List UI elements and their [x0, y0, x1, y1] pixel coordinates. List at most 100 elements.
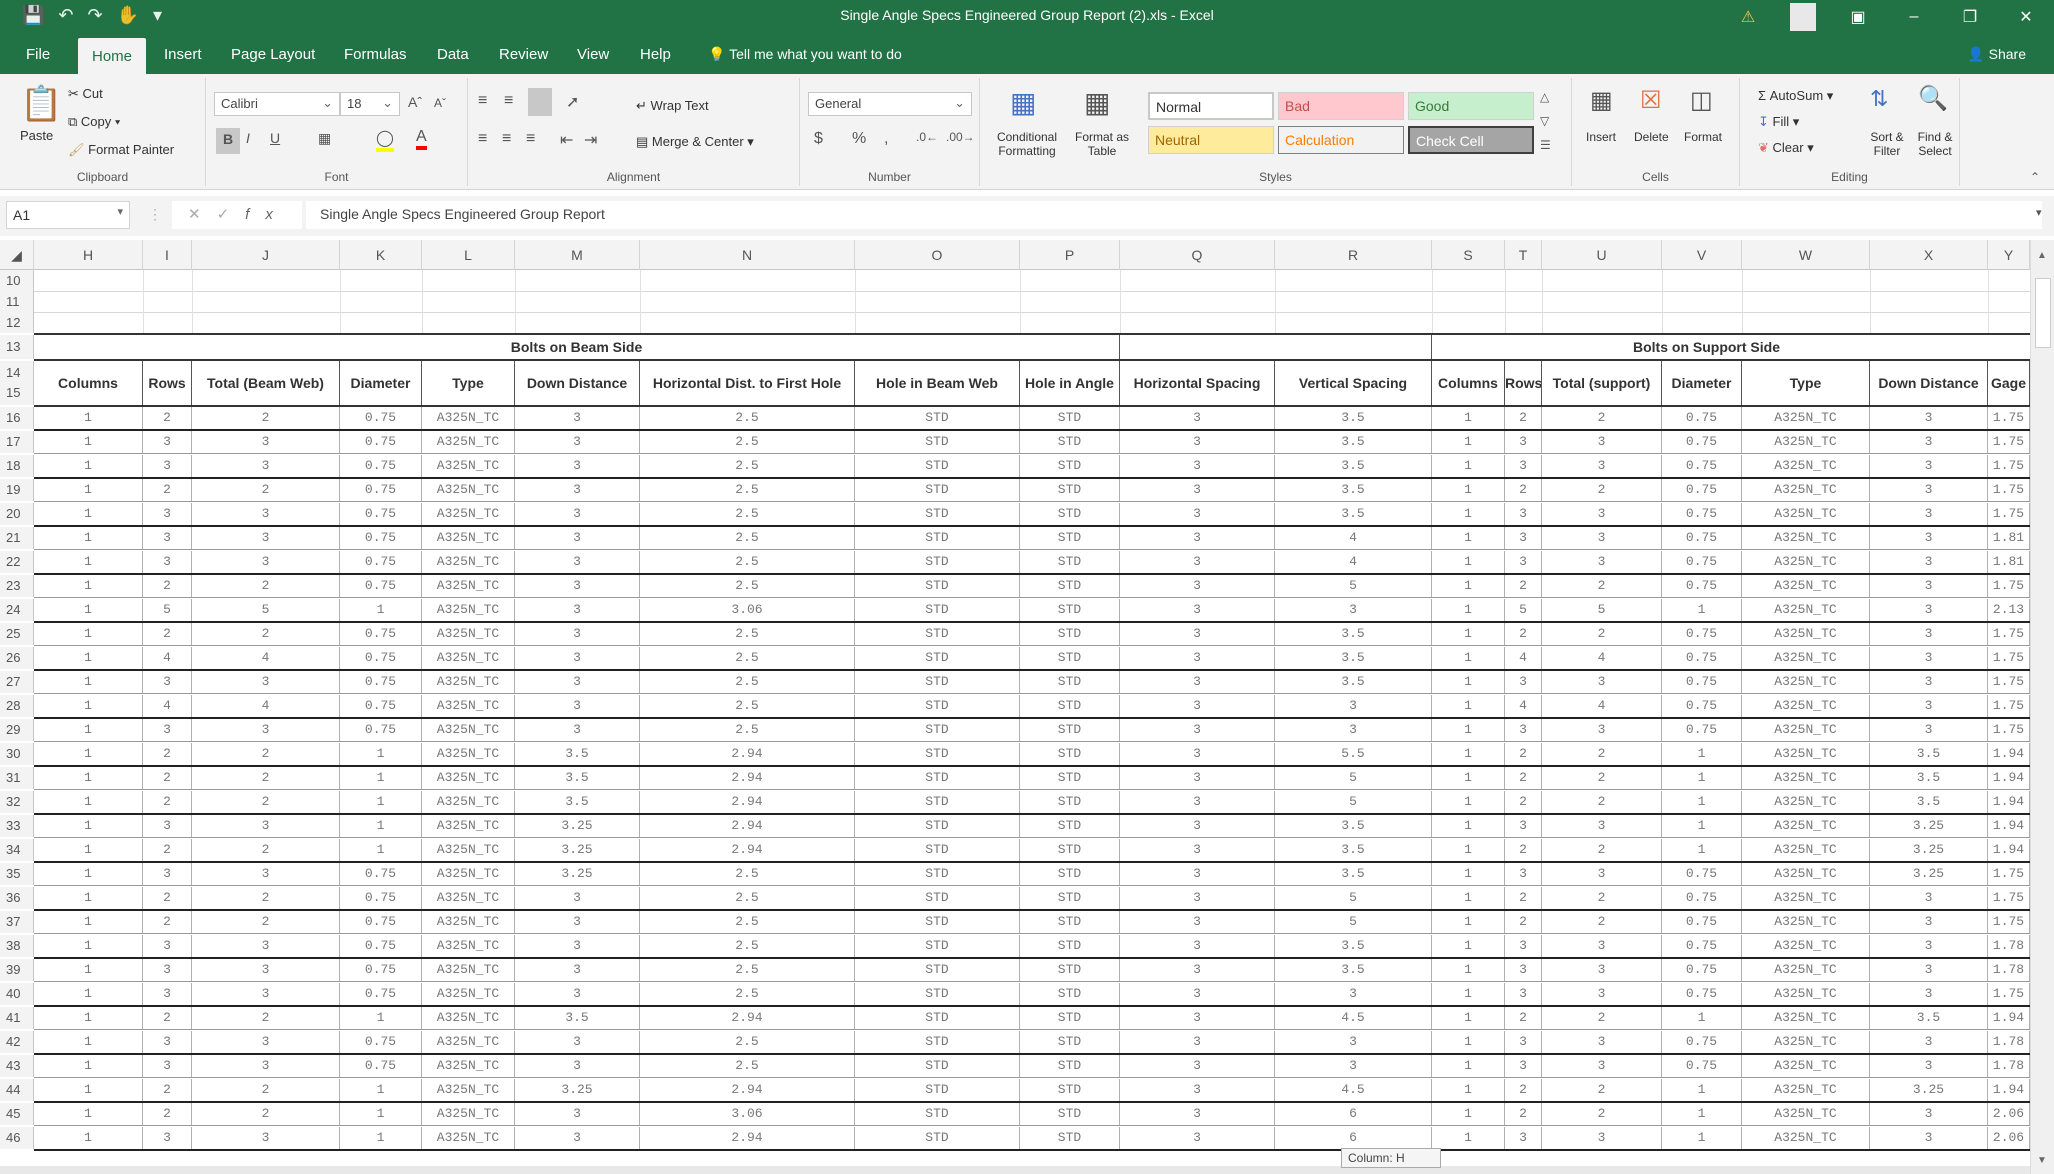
style-good[interactable]: Good [1408, 92, 1534, 120]
cell-n[interactable]: 2.94 [640, 815, 855, 837]
column-header-z[interactable] [1988, 240, 2030, 270]
cell-s[interactable]: 1 [1432, 623, 1505, 645]
cell-i[interactable]: 2 [143, 767, 192, 789]
cell-l[interactable]: A325N_TC [422, 863, 515, 885]
merge-center-button[interactable]: ▤ Merge & Center ▾ [636, 134, 754, 150]
row-header[interactable]: 46 [0, 1127, 34, 1149]
cell-u[interactable]: 3 [1542, 671, 1662, 693]
cell-w[interactable]: A325N_TC [1742, 671, 1870, 693]
cell-h[interactable]: 1 [34, 935, 143, 957]
cell-p[interactable]: STD [1020, 479, 1120, 501]
cell-z[interactable] [1988, 815, 2030, 837]
warning-icon[interactable]: ⚠ [1720, 7, 1776, 27]
autosum-button[interactable]: Σ AutoSum ▾ [1758, 88, 1833, 104]
cell-k[interactable]: 1 [340, 839, 422, 861]
cell-z[interactable] [1988, 479, 2030, 501]
cell-s[interactable]: 1 [1432, 671, 1505, 693]
cell-m[interactable]: 3 [515, 887, 640, 909]
cut-button[interactable]: ✂ Cut [68, 86, 103, 102]
cell-w[interactable]: A325N_TC [1742, 455, 1870, 477]
cell-u[interactable]: 2 [1542, 887, 1662, 909]
cell-p[interactable]: STD [1020, 1055, 1120, 1077]
cell-q[interactable]: 3 [1120, 911, 1275, 933]
cell-q[interactable]: 3 [1120, 743, 1275, 765]
row-header[interactable]: 41 [0, 1007, 34, 1029]
cell-j[interactable]: 2 [192, 743, 340, 765]
column-header-l[interactable]: L [422, 240, 515, 270]
cell-q[interactable]: 3 [1120, 527, 1275, 549]
cell-z[interactable] [1988, 839, 2030, 861]
cell-w[interactable]: A325N_TC [1742, 1079, 1870, 1101]
cell-w[interactable]: A325N_TC [1742, 959, 1870, 981]
cell-t[interactable]: 2 [1505, 1007, 1542, 1029]
cell-n[interactable]: 2.94 [640, 839, 855, 861]
cell-x[interactable]: 3 [1870, 983, 1988, 1005]
column-header-q[interactable]: Q [1120, 240, 1275, 270]
cell-h[interactable]: 1 [34, 575, 143, 597]
column-title[interactable]: Down Distance [515, 361, 640, 405]
cell-w[interactable]: A325N_TC [1742, 575, 1870, 597]
decrease-indent-icon[interactable]: ⇤ [560, 130, 573, 150]
cell-p[interactable]: STD [1020, 863, 1120, 885]
cell-n[interactable]: 2.5 [640, 623, 855, 645]
cell-l[interactable]: A325N_TC [422, 839, 515, 861]
style-normal[interactable]: Normal [1148, 92, 1274, 120]
cell-o[interactable]: STD [855, 983, 1020, 1005]
cell-j[interactable]: 3 [192, 983, 340, 1005]
cell-i[interactable]: 2 [143, 479, 192, 501]
cell-p[interactable]: STD [1020, 911, 1120, 933]
cell-i[interactable]: 3 [143, 431, 192, 453]
cell-o[interactable]: STD [855, 1103, 1020, 1125]
cell-i[interactable]: 3 [143, 527, 192, 549]
increase-indent-icon[interactable]: ⇥ [584, 130, 597, 150]
cell-u[interactable]: 3 [1542, 1127, 1662, 1149]
cell-i[interactable]: 3 [143, 503, 192, 525]
cell-i[interactable]: 2 [143, 407, 192, 429]
cell-i[interactable]: 3 [143, 815, 192, 837]
cell-x[interactable]: 3 [1870, 551, 1988, 573]
cell-h[interactable]: 1 [34, 719, 143, 741]
cell-w[interactable]: A325N_TC [1742, 743, 1870, 765]
cell-w[interactable]: A325N_TC [1742, 695, 1870, 717]
tell-me-search[interactable]: 💡 Tell me what you want to do [708, 46, 902, 63]
cell-q[interactable]: 3 [1120, 431, 1275, 453]
cell-i[interactable]: 3 [143, 671, 192, 693]
cell-l[interactable]: A325N_TC [422, 815, 515, 837]
cell-s[interactable]: 1 [1432, 575, 1505, 597]
cell-r[interactable]: 3.5 [1275, 647, 1432, 669]
cell-w[interactable]: A325N_TC [1742, 1031, 1870, 1053]
cell-t[interactable]: 3 [1505, 551, 1542, 573]
row-header[interactable]: 44 [0, 1079, 34, 1101]
cell-h[interactable]: 1 [34, 887, 143, 909]
cell-s[interactable]: 1 [1432, 407, 1505, 429]
cell-v[interactable]: 0.75 [1662, 527, 1742, 549]
cell-p[interactable]: STD [1020, 959, 1120, 981]
cell-t[interactable]: 2 [1505, 791, 1542, 813]
cell-w[interactable]: A325N_TC [1742, 719, 1870, 741]
cell-z[interactable] [1988, 1055, 2030, 1077]
cell-q[interactable]: 3 [1120, 503, 1275, 525]
cell-m[interactable]: 3.5 [515, 1007, 640, 1029]
cell-m[interactable]: 3 [515, 551, 640, 573]
cell-x[interactable]: 3 [1870, 503, 1988, 525]
cell-i[interactable]: 4 [143, 647, 192, 669]
cell-i[interactable]: 2 [143, 911, 192, 933]
cell-j[interactable]: 3 [192, 1127, 340, 1149]
cell-o[interactable]: STD [855, 455, 1020, 477]
cell-p[interactable]: STD [1020, 623, 1120, 645]
cell-j[interactable]: 2 [192, 407, 340, 429]
cell-q[interactable]: 3 [1120, 1079, 1275, 1101]
cell-r[interactable]: 3.5 [1275, 839, 1432, 861]
cell-k[interactable]: 0.75 [340, 959, 422, 981]
cell-o[interactable]: STD [855, 695, 1020, 717]
cell-r[interactable]: 3 [1275, 1055, 1432, 1077]
cell-i[interactable]: 3 [143, 551, 192, 573]
cell-v[interactable]: 1 [1662, 767, 1742, 789]
cell-t[interactable]: 3 [1505, 431, 1542, 453]
cell-w[interactable]: A325N_TC [1742, 551, 1870, 573]
cell-x[interactable]: 3 [1870, 479, 1988, 501]
increase-font-size-icon[interactable]: Aˆ [408, 94, 422, 110]
cell-u[interactable]: 2 [1542, 911, 1662, 933]
cell-r[interactable]: 3 [1275, 1031, 1432, 1053]
cell-w[interactable]: A325N_TC [1742, 791, 1870, 813]
